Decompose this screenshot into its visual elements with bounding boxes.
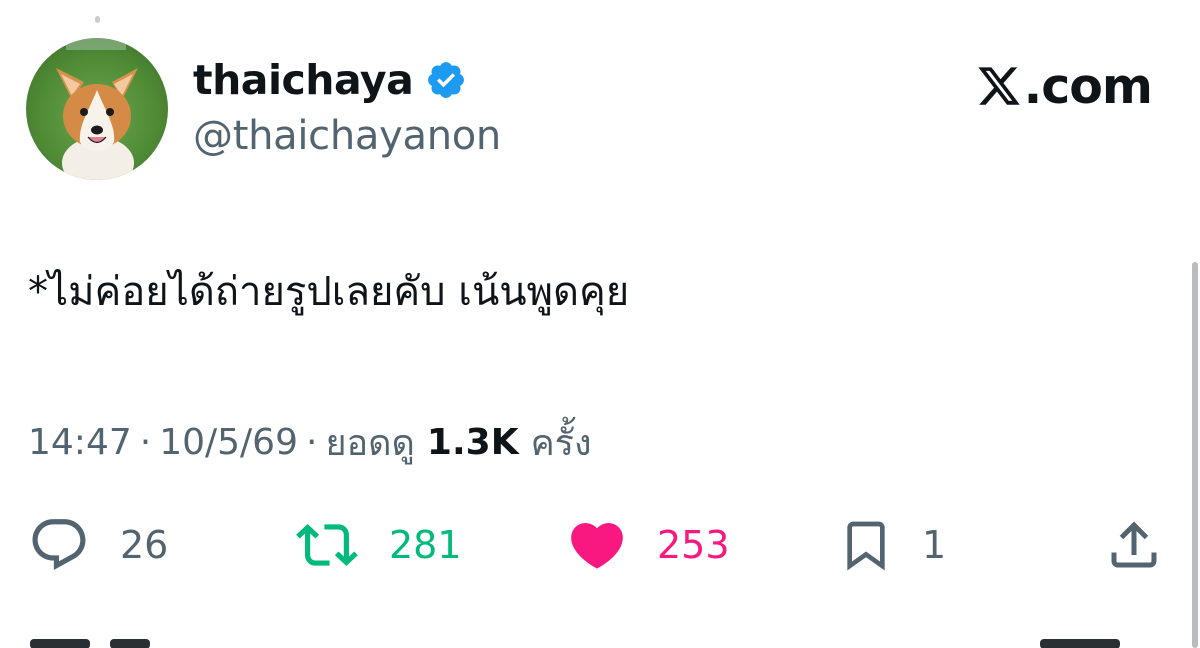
tweet-text: *ไม่ค่อยได้ถ่ายรูปเลยคับ เน้นพูดคุย [28,269,630,315]
avatar[interactable] [26,38,168,180]
verified-badge-icon[interactable] [425,59,467,101]
reply-count: 26 [120,523,169,567]
retweet-count: 281 [389,523,462,567]
x-logo-icon [978,67,1020,105]
views-label: ยอดดู [325,423,415,464]
retweet-icon [296,524,358,566]
like-count: 253 [657,523,730,567]
tweet-time[interactable]: 14:47 [28,422,132,463]
corgi-avatar-image [26,38,168,180]
handle[interactable]: @thaichayanon [193,113,501,159]
brand-text: .com [1023,57,1153,115]
views-suffix: ครั้ง [530,423,592,464]
tweet-meta: 14:47 · 10/5/69 · ยอดดู 1.3K ครั้ง [28,414,592,471]
retweet-button[interactable]: 281 [293,500,462,590]
like-button[interactable]: 253 [565,500,730,590]
action-bar: 26 281 253 1 [0,500,1200,590]
next-content-clipped [30,635,1170,648]
heart-icon [571,523,623,569]
reply-button[interactable]: 26 [28,500,168,590]
bookmark-count: 1 [922,523,947,567]
tweet-card: thaichaya @thaichayanon .com *ไม่ค่อยได้… [0,0,1200,648]
bookmark-button[interactable]: 1 [838,500,946,590]
scrollbar[interactable] [1192,262,1198,648]
meta-separator: · [139,422,152,463]
share-button[interactable] [1104,500,1164,590]
brand-logo: .com [976,56,1153,116]
display-name[interactable]: thaichaya [193,56,414,104]
reply-icon [32,519,86,571]
tweet-date[interactable]: 10/5/69 [159,422,298,463]
top-indicator [95,16,100,23]
bookmark-icon [847,521,885,571]
share-icon [1111,521,1157,568]
views-count[interactable]: 1.3K [427,422,519,463]
meta-separator: · [305,422,318,463]
display-name-row: thaichaya [193,50,467,110]
